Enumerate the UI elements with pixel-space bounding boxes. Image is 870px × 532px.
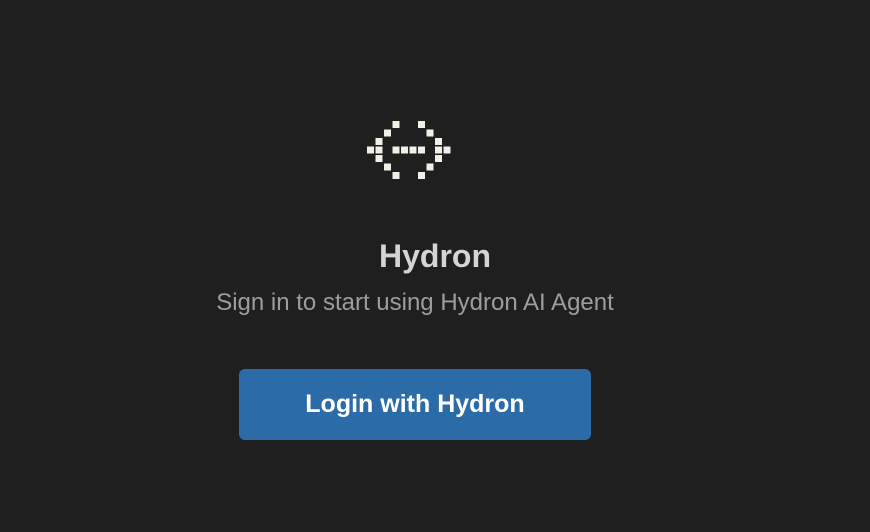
app-title: Hydron	[379, 238, 491, 274]
logo-pixel	[418, 121, 425, 128]
logo-pixel	[392, 121, 400, 128]
logo-pixel	[375, 138, 383, 145]
logo-pixel	[375, 146, 383, 154]
logo-pixel	[418, 172, 425, 179]
login-button[interactable]: Login with Hydron	[239, 369, 591, 440]
logo-pixel	[384, 129, 391, 137]
hydron-logo-icon	[366, 120, 464, 188]
login-panel: Hydron Sign in to start using Hydron AI …	[0, 0, 870, 532]
logo-pixel	[384, 163, 391, 171]
logo-pixel	[435, 146, 442, 154]
logo-pixel	[401, 146, 408, 154]
logo-pixel	[435, 138, 442, 145]
logo-pixel	[418, 146, 425, 154]
subtitle: Sign in to start using Hydron AI Agent	[216, 289, 614, 316]
logo-pixel	[435, 155, 442, 162]
logo-pixel	[392, 146, 400, 154]
logo-pixel	[375, 155, 383, 162]
logo-pixel	[426, 129, 434, 137]
logo-pixel	[392, 172, 400, 179]
logo-pixel	[443, 146, 451, 154]
logo-pixel	[426, 163, 434, 171]
logo-pixel	[367, 146, 374, 154]
logo-pixel	[409, 146, 417, 154]
